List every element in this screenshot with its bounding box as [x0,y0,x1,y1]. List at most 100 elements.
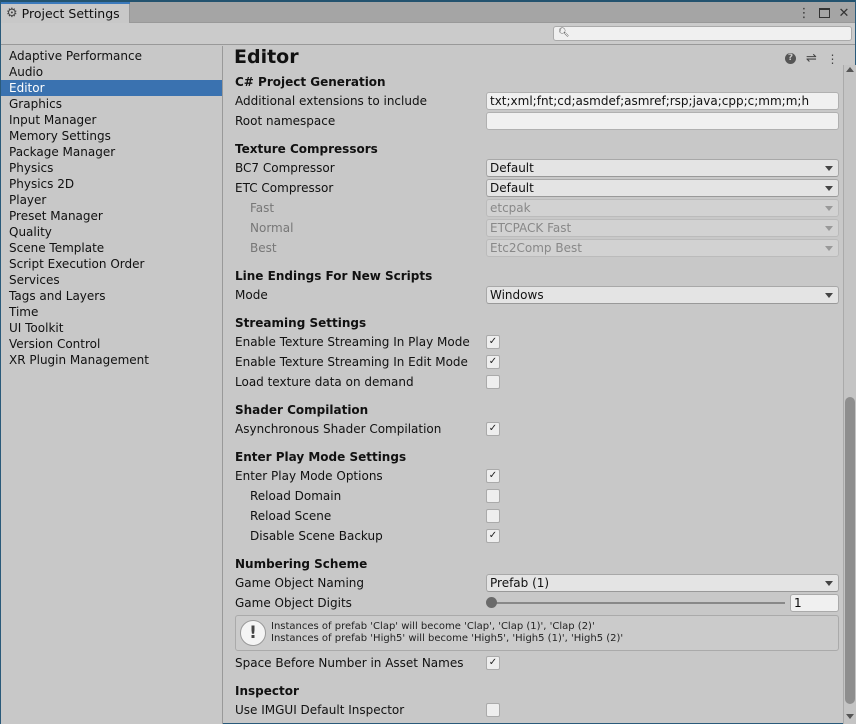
sidebar-item-xr-plugin-management[interactable]: XR Plugin Management [1,352,222,368]
tab-title: Project Settings [21,5,120,21]
sidebar-item-preset-manager[interactable]: Preset Manager [1,208,222,224]
help-line-2: Instances of prefab 'High5' will become … [271,633,624,644]
mode-dropdown[interactable]: Windows [486,286,839,304]
sidebar-item-physics[interactable]: Physics [1,160,222,176]
sidebar-item-scene-template[interactable]: Scene Template [1,240,222,256]
window-tab[interactable]: ⚙ Project Settings [1,2,130,24]
sidebar-item-adaptive-performance[interactable]: Adaptive Performance [1,48,222,64]
settings-sidebar: Adaptive Performance Audio Editor Graphics I… [1,46,223,724]
search-icon: 🔍︎ [558,28,570,38]
normal-value: ETCPACK Fast [490,221,572,235]
sidebar-item-package-manager[interactable]: Package Manager [1,144,222,160]
row-space-before-number: Space Before Number in Asset Names ✓ [235,654,839,674]
namespace-label: Root namespace [235,114,336,128]
digits-slider-track[interactable] [491,602,785,604]
digits-value-input[interactable]: 1 [790,594,839,612]
mode-label: Mode [235,288,268,302]
row-digits: Game Object Digits 1 [235,594,839,614]
section-play-mode: Enter Play Mode Settings [235,450,407,464]
presets-icon[interactable]: ⇌ [805,51,818,66]
sidebar-item-editor[interactable]: Editor [1,80,222,96]
chevron-down-icon [825,166,833,171]
toolbar: 🔍︎ [1,23,855,45]
namespace-input[interactable] [486,112,839,130]
sidebar-list: Adaptive Performance Audio Editor Graphics I… [1,46,222,368]
row-bc7: BC7 Compressor Default [235,159,839,179]
vertical-scrollbar[interactable] [843,65,856,724]
sidebar-item-ui-toolkit[interactable]: UI Toolkit [1,320,222,336]
streaming-play-checkbox[interactable]: ✓ [486,335,500,349]
space-before-number-checkbox[interactable]: ✓ [486,656,500,670]
checkmark-icon: ✓ [488,470,498,481]
row-streaming-play: Enable Texture Streaming In Play Mode ✓ [235,333,839,353]
scroll-up-icon[interactable] [846,67,854,72]
sidebar-item-graphics[interactable]: Graphics [1,96,222,112]
scroll-thumb[interactable] [845,397,855,704]
async-shader-label: Asynchronous Shader Compilation [235,422,442,436]
chevron-down-icon [825,293,833,298]
reload-domain-checkbox[interactable] [486,489,500,503]
reload-scene-label: Reload Scene [250,509,332,523]
play-mode-options-checkbox[interactable]: ✓ [486,469,500,483]
disable-backup-checkbox[interactable]: ✓ [486,529,500,543]
extensions-input[interactable]: txt;xml;fnt;cd;asmdef;asmref;rsp;java;cp… [486,92,839,110]
sidebar-item-input-manager[interactable]: Input Manager [1,112,222,128]
checkmark-icon: ✓ [488,423,498,434]
row-best: Best Etc2Comp Best [235,239,839,259]
sidebar-item-services[interactable]: Services [1,272,222,288]
normal-dropdown: ETCPACK Fast [486,219,839,237]
row-etc: ETC Compressor Default [235,179,839,199]
fast-value: etcpak [490,201,531,215]
streaming-play-label: Enable Texture Streaming In Play Mode [235,335,470,349]
fast-dropdown: etcpak [486,199,839,217]
chevron-down-icon [825,246,833,251]
load-on-demand-checkbox[interactable] [486,375,500,389]
etc-dropdown[interactable]: Default [486,179,839,197]
row-disable-backup: Disable Scene Backup ✓ [235,527,839,547]
naming-dropdown[interactable]: Prefab (1) [486,574,839,592]
section-csharp: C# Project Generation [235,75,386,89]
reload-scene-checkbox[interactable] [486,509,500,523]
fast-label: Fast [250,201,275,215]
chevron-down-icon [825,581,833,586]
mode-value: Windows [490,288,544,302]
imgui-inspector-label: Use IMGUI Default Inspector [235,703,405,717]
load-on-demand-label: Load texture data on demand [235,375,414,389]
streaming-edit-checkbox[interactable]: ✓ [486,355,500,369]
sidebar-item-player[interactable]: Player [1,192,222,208]
row-mode: Mode Windows [235,286,839,306]
page-title: Editor [234,46,299,68]
sidebar-item-tags-and-layers[interactable]: Tags and Layers [1,288,222,304]
more-options-icon[interactable]: ⋮ [797,6,811,21]
sidebar-item-time[interactable]: Time [1,304,222,320]
checkmark-icon: ✓ [488,657,498,668]
imgui-inspector-checkbox[interactable] [486,703,500,717]
editor-settings-panel: Editor ? ⇌ ⋮ C# Project Generation Addit… [224,46,843,724]
row-namespace: Root namespace [235,112,839,132]
bc7-dropdown[interactable]: Default [486,159,839,177]
chevron-down-icon [825,226,833,231]
search-input[interactable]: 🔍︎ [553,26,852,41]
best-dropdown: Etc2Comp Best [486,239,839,257]
checkmark-icon: ✓ [488,356,498,367]
row-fast: Fast etcpak [235,199,839,219]
digits-slider-handle[interactable] [486,597,497,608]
async-shader-checkbox[interactable]: ✓ [486,422,500,436]
sidebar-item-audio[interactable]: Audio [1,64,222,80]
more-icon[interactable]: ⋮ [826,52,839,66]
sidebar-item-memory-settings[interactable]: Memory Settings [1,128,222,144]
sidebar-item-script-execution-order[interactable]: Script Execution Order [1,256,222,272]
sidebar-item-physics-2d[interactable]: Physics 2D [1,176,222,192]
naming-value: Prefab (1) [490,576,550,590]
row-streaming-edit: Enable Texture Streaming In Edit Mode ✓ [235,353,839,373]
disable-backup-label: Disable Scene Backup [250,529,383,543]
sidebar-item-version-control[interactable]: Version Control [1,336,222,352]
sidebar-item-quality[interactable]: Quality [1,224,222,240]
scroll-down-icon[interactable] [846,714,854,719]
maximize-icon[interactable] [817,6,831,20]
section-line-endings: Line Endings For New Scripts [235,269,433,283]
tab-accent [1,2,130,4]
help-icon[interactable]: ? [784,52,797,65]
close-icon[interactable]: ✕ [837,6,851,21]
row-imgui-inspector: Use IMGUI Default Inspector [235,701,839,721]
